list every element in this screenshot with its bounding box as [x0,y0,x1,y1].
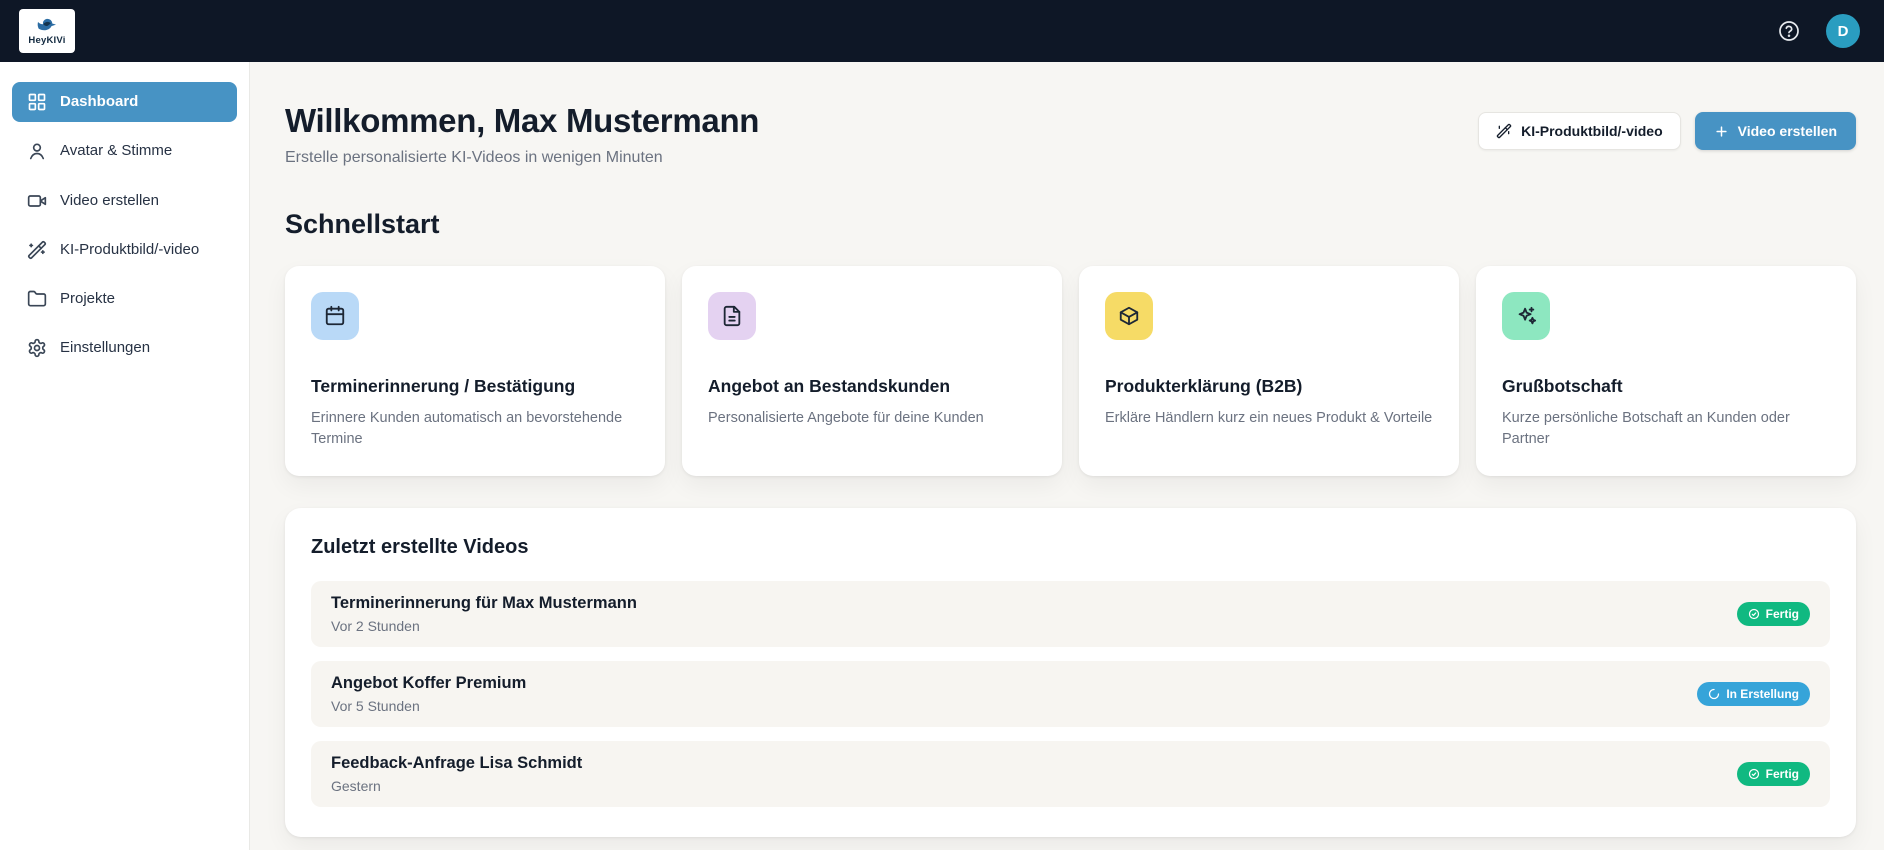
quickstart-card-grussbotschaft[interactable]: Grußbotschaft Kurze persönliche Botschaf… [1476,266,1856,477]
sidebar-item-label: Einstellungen [60,339,151,357]
video-erstellen-button[interactable]: Video erstellen [1694,112,1856,150]
magic-wand-icon [27,240,47,260]
spinner-icon [1708,688,1720,700]
status-badge: Fertig [1736,762,1810,787]
ki-produktbild-video-button[interactable]: KI-Produktbild/-video [1478,112,1681,150]
button-label: KI-Produktbild/-video [1521,123,1663,139]
video-row[interactable]: Angebot Koffer Premium Vor 5 Stunden In … [311,661,1830,728]
magic-wand-icon [1496,123,1512,139]
video-row[interactable]: Terminerinnerung für Max Mustermann Vor … [311,581,1830,648]
package-icon [1105,292,1153,340]
card-title: Grußbotschaft [1502,376,1623,396]
folder-icon [27,289,47,309]
page-subtitle: Erstelle personalisierte KI-Videos in we… [285,149,663,166]
status-label: Fertig [1765,767,1799,782]
sparkles-icon [1502,292,1550,340]
sidebar-item-video-erstellen[interactable]: Video erstellen [12,181,237,221]
status-badge: In Erstellung [1697,682,1810,707]
card-description: Kurze persönliche Botschaft an Kunden od… [1502,410,1790,448]
page-title: Willkommen, Max Mustermann [285,102,760,139]
app-logo: HeyKIVi [19,9,75,53]
status-badge: Fertig [1736,602,1810,627]
gear-icon [27,338,47,358]
check-circle-icon [1748,608,1760,620]
quickstart-card-produkterklaerung[interactable]: Produkterklärung (B2B) Erkläre Händlern … [1079,266,1459,477]
card-description: Erkläre Händlern kurz ein neues Produkt … [1105,410,1433,426]
sidebar-item-avatar-stimme[interactable]: Avatar & Stimme [12,131,237,171]
sidebar-item-ki-produktbild[interactable]: KI-Produktbild/-video [12,230,237,270]
sidebar-item-dashboard[interactable]: Dashboard [12,82,237,123]
card-title: Terminerinnerung / Bestätigung [311,376,576,396]
sidebar: Dashboard Avatar & Stimme Video erstelle… [0,62,250,850]
user-avatar[interactable]: D [1826,14,1860,48]
bird-logo-icon [35,16,59,34]
sidebar-item-projekte[interactable]: Projekte [12,279,237,319]
sidebar-item-label: Video erstellen [60,191,159,209]
check-circle-icon [1748,768,1760,780]
video-time: Gestern [331,778,381,795]
card-description: Personalisierte Angebote für deine Kunde… [708,410,984,426]
video-title: Terminerinnerung für Max Mustermann [331,594,637,613]
recent-videos-panel: Zuletzt erstellte Videos Terminerinnerun… [285,508,1856,838]
top-bar: HeyKIVi D [0,0,1884,62]
quickstart-card-angebot[interactable]: Angebot an Bestandskunden Personalisiert… [682,266,1062,477]
video-camera-icon [27,191,47,211]
video-title: Feedback-Anfrage Lisa Schmidt [331,754,583,773]
recent-videos-heading: Zuletzt erstellte Videos [311,536,529,559]
status-label: In Erstellung [1726,687,1799,702]
button-label: Video erstellen [1737,123,1837,139]
status-label: Fertig [1765,607,1799,622]
avatar-initial: D [1837,22,1849,40]
document-icon [708,292,756,340]
card-title: Produkterklärung (B2B) [1105,376,1303,396]
sidebar-item-label: KI-Produktbild/-video [60,240,200,258]
brand-name: HeyKIVi [28,35,66,46]
quickstart-cards: Terminerinnerung / Bestätigung Erinnere … [285,266,1856,477]
video-title: Angebot Koffer Premium [331,674,527,693]
sidebar-item-label: Projekte [60,290,116,307]
video-time: Vor 5 Stunden [331,698,420,715]
video-time: Vor 2 Stunden [331,618,420,635]
calendar-icon [311,292,359,340]
sidebar-item-einstellungen[interactable]: Einstellungen [12,328,237,368]
person-icon [27,141,47,161]
video-row[interactable]: Feedback-Anfrage Lisa Schmidt Gestern Fe… [311,741,1830,808]
dashboard-grid-icon [27,92,47,112]
quickstart-card-terminerinnerung[interactable]: Terminerinnerung / Bestätigung Erinnere … [285,266,665,477]
card-title: Angebot an Bestandskunden [708,376,951,396]
card-description: Erinnere Kunden automatisch an bevorsteh… [311,410,623,448]
quickstart-heading: Schnellstart [285,209,440,239]
main-content: Willkommen, Max Mustermann Erstelle pers… [250,62,1884,850]
sidebar-item-label: Dashboard [60,93,139,110]
sidebar-item-label: Avatar & Stimme [60,142,173,160]
help-icon [1777,19,1801,43]
help-button[interactable] [1774,16,1804,46]
plus-icon [1714,124,1729,139]
